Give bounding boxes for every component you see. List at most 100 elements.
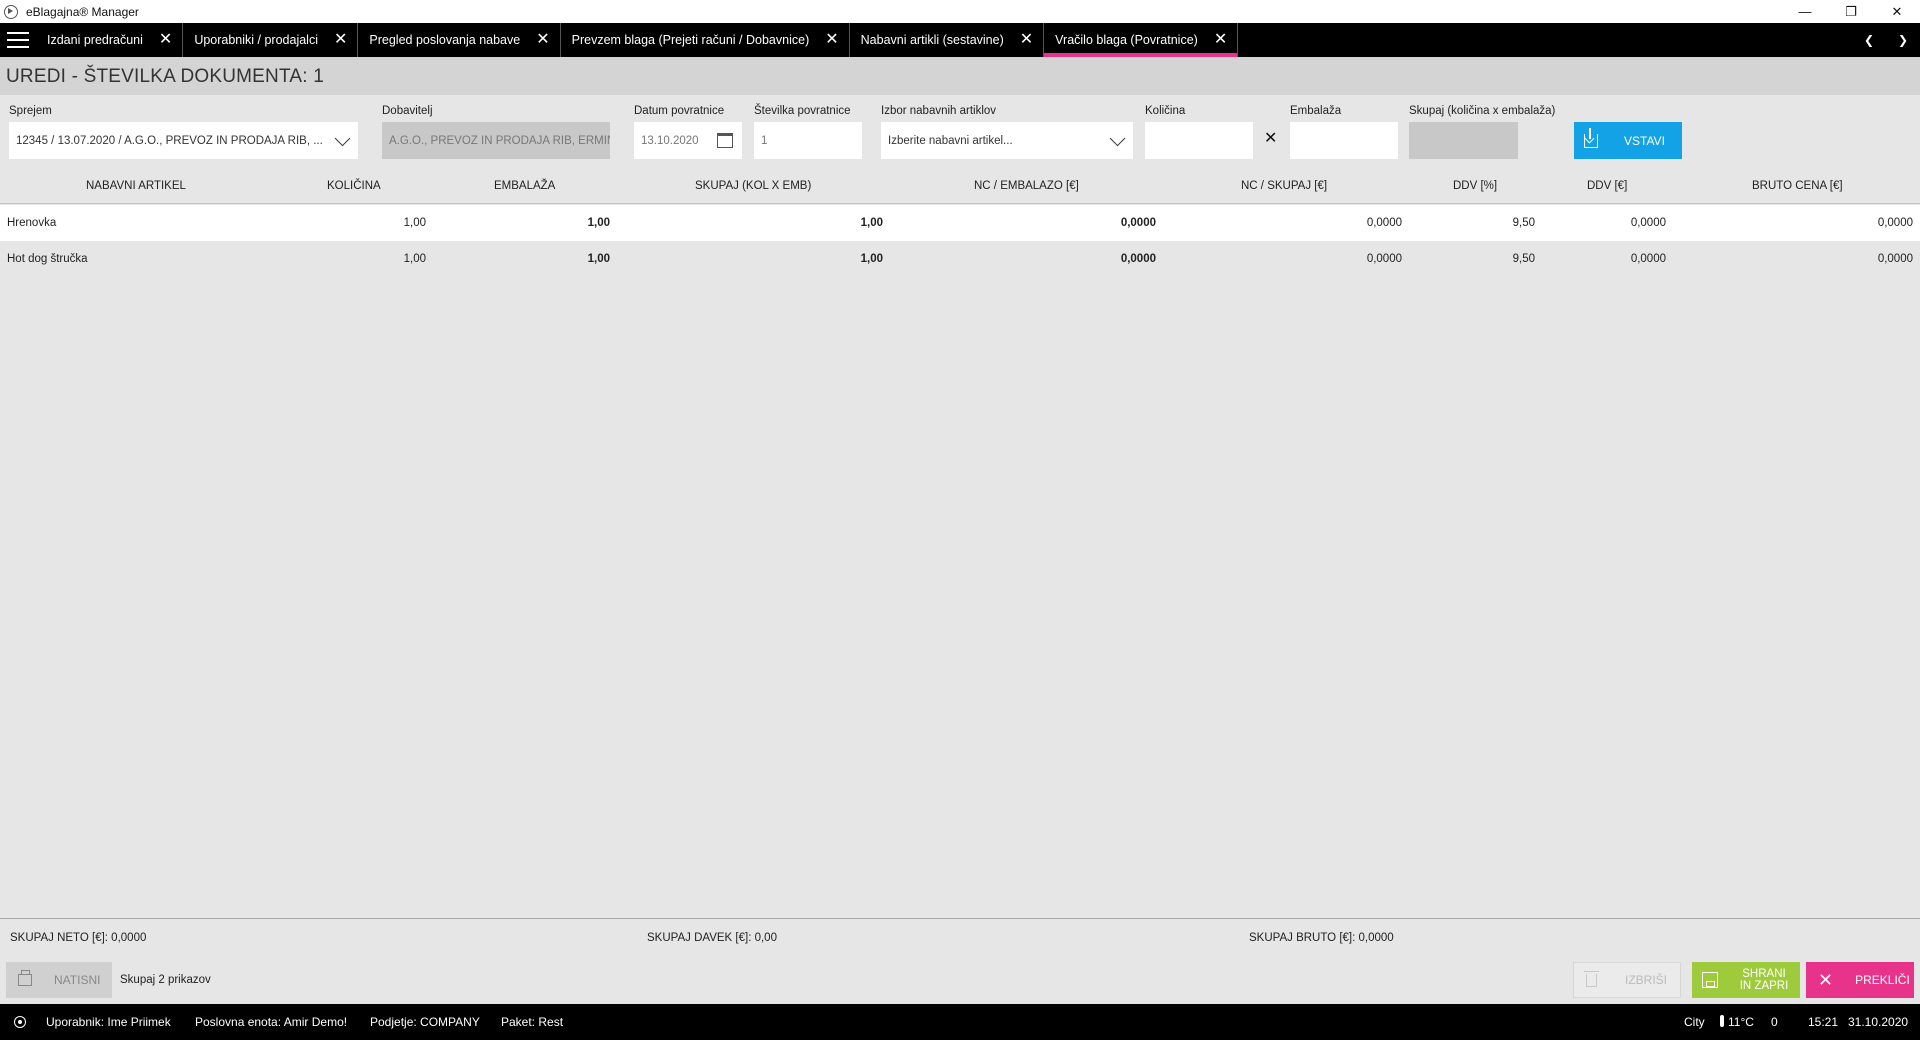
status-indicator-icon xyxy=(14,1016,26,1028)
cell-ddv-eur: 0,0000 xyxy=(1630,217,1666,229)
menu-icon[interactable] xyxy=(0,23,36,57)
column-header[interactable]: SKUPAJ (KOL X EMB) xyxy=(695,180,811,192)
close-tab-icon[interactable]: ✕ xyxy=(1214,32,1227,48)
column-header[interactable]: DDV [%] xyxy=(1453,180,1497,192)
chevron-left-icon[interactable]: ❮ xyxy=(1852,23,1886,57)
column-header[interactable]: DDV [€] xyxy=(1587,180,1627,192)
cell-ddv-pct: 9,50 xyxy=(1512,217,1535,229)
cancel-button[interactable]: ✕ PREKLIČI xyxy=(1806,962,1914,998)
status-city: City xyxy=(1684,1015,1705,1029)
tab-nabavni-artikli[interactable]: Nabavni artikli (sestavine) ✕ xyxy=(850,23,1045,57)
chevron-down-icon xyxy=(334,130,351,147)
total-neto: SKUPAJ NETO [€]: 0,0000 xyxy=(10,932,147,944)
status-bar: Uporabnik: Ime Priimek Poslovna enota: A… xyxy=(0,1004,1920,1040)
table-row[interactable]: Hot dog štručka 1,00 1,00 1,00 0,0000 0,… xyxy=(0,241,1920,277)
cell-ddv-pct: 9,50 xyxy=(1512,253,1535,265)
sprejem-value: 12345 / 13.07.2020 / A.G.O., PREVOZ IN P… xyxy=(16,134,323,147)
tab-label: Uporabniki / prodajalci xyxy=(194,33,318,47)
totals-bar: SKUPAJ NETO [€]: 0,0000 SKUPAJ DAVEK [€]… xyxy=(0,918,1920,958)
kolicina-input[interactable] xyxy=(1145,122,1253,159)
table-header: NABAVNI ARTIKEL KOLIČINA EMBALAŽA SKUPAJ… xyxy=(0,170,1920,204)
izbor-select[interactable]: Izberite nabavni artikel... xyxy=(881,122,1133,159)
tab-pregled-poslovanja[interactable]: Pregled poslovanja nabave ✕ xyxy=(358,23,561,57)
tab-label: Prevzem blaga (Prejeti računi / Dobavnic… xyxy=(571,33,810,47)
cell-bruto: 0,0000 xyxy=(1877,217,1913,229)
column-header[interactable]: NABAVNI ARTIKEL xyxy=(86,180,186,192)
sprejem-label: Sprejem xyxy=(9,105,52,117)
cell-embalaza: 1,00 xyxy=(587,253,610,265)
trash-icon xyxy=(1584,970,1599,987)
total-bruto: SKUPAJ BRUTO [€]: 0,0000 xyxy=(1249,932,1394,944)
stevilka-value: 1 xyxy=(761,134,768,147)
close-tab-icon[interactable]: ✕ xyxy=(1020,32,1033,48)
chevron-down-icon xyxy=(1109,130,1126,147)
temperature-value: 11°C xyxy=(1728,1015,1754,1029)
stevilka-field[interactable]: 1 xyxy=(754,122,862,159)
close-tab-icon[interactable]: ✕ xyxy=(334,32,347,48)
cancel-button-label: PREKLIČI xyxy=(1855,973,1910,987)
column-header[interactable]: BRUTO CENA [€] xyxy=(1752,180,1843,192)
save-and-close-button[interactable]: SHRANI IN ZAPRI xyxy=(1692,962,1800,998)
tab-uporabniki[interactable]: Uporabniki / prodajalci ✕ xyxy=(183,23,359,57)
status-company: Podjetje: COMPANY xyxy=(370,1015,480,1029)
thermometer-icon xyxy=(1720,1015,1724,1027)
skupaj-field xyxy=(1409,122,1518,159)
close-tab-icon[interactable]: ✕ xyxy=(536,32,549,48)
page-heading: UREDI - ŠTEVILKA DOKUMENTA: 1 xyxy=(0,57,1920,95)
cell-nc-embalazo: 0,0000 xyxy=(1120,253,1156,265)
tab-vracilo-blaga[interactable]: Vračilo blaga (Povratnice) ✕ xyxy=(1044,23,1239,57)
calendar-icon[interactable] xyxy=(717,133,733,148)
close-tab-icon[interactable]: ✕ xyxy=(825,32,838,48)
status-extra: 0 xyxy=(1771,1015,1778,1029)
printer-icon xyxy=(18,970,32,986)
table-row[interactable]: Hrenovka 1,00 1,00 1,00 0,0000 0,0000 9,… xyxy=(0,205,1920,241)
delete-button[interactable]: IZBRIŠI xyxy=(1573,962,1681,998)
tab-izdani-predracuni[interactable]: Izdani predračuni ✕ xyxy=(36,23,184,57)
cell-kolicina: 1,00 xyxy=(403,217,426,229)
minimize-button[interactable]: — xyxy=(1782,0,1828,23)
tab-prevzem-blaga[interactable]: Prevzem blaga (Prejeti računi / Dobavnic… xyxy=(561,23,850,57)
save-button-label: SHRANI IN ZAPRI xyxy=(1739,968,1789,992)
close-window-button[interactable]: ✕ xyxy=(1874,0,1920,23)
cell-nc-skupaj: 0,0000 xyxy=(1366,217,1402,229)
window-title: eBlagajna® Manager xyxy=(26,4,139,19)
column-header[interactable]: NC / SKUPAJ [€] xyxy=(1241,180,1327,192)
tab-label: Izdani predračuni xyxy=(47,33,143,47)
izbor-label: Izbor nabavnih artiklov xyxy=(881,105,997,117)
status-user: Uporabnik: Ime Priimek xyxy=(46,1015,171,1029)
page-title: UREDI - ŠTEVILKA DOKUMENTA: 1 xyxy=(6,66,324,87)
print-button[interactable]: NATISNI xyxy=(6,962,112,998)
column-header[interactable]: NC / EMBALAZO [€] xyxy=(974,180,1079,192)
cell-skupaj: 1,00 xyxy=(860,253,883,265)
status-time: 15:21 xyxy=(1808,1015,1839,1029)
datum-value: 13.10.2020 xyxy=(641,134,699,147)
cell-artikel: Hrenovka xyxy=(7,217,57,229)
cell-artikel: Hot dog štručka xyxy=(7,253,88,265)
restore-button[interactable]: ❐ xyxy=(1828,0,1874,23)
multiply-icon: ✕ xyxy=(1264,130,1278,147)
print-button-label: NATISNI xyxy=(54,973,101,987)
embalaza-label: Embalaža xyxy=(1290,105,1342,117)
datum-label: Datum povratnice xyxy=(634,105,725,117)
cell-bruto: 0,0000 xyxy=(1877,253,1913,265)
close-tab-icon[interactable]: ✕ xyxy=(159,32,172,48)
kolicina-label: Količina xyxy=(1145,105,1186,117)
record-count: Skupaj 2 prikazov xyxy=(120,974,211,986)
close-icon: ✕ xyxy=(1818,970,1834,990)
delete-button-label: IZBRIŠI xyxy=(1625,973,1668,987)
datum-field[interactable]: 13.10.2020 xyxy=(634,122,742,159)
tab-label: Nabavni artikli (sestavine) xyxy=(860,33,1004,47)
cell-skupaj: 1,00 xyxy=(860,217,883,229)
insert-button[interactable]: VSTAVI xyxy=(1574,122,1682,159)
cell-nc-embalazo: 0,0000 xyxy=(1120,217,1156,229)
sprejem-select[interactable]: 12345 / 13.07.2020 / A.G.O., PREVOZ IN P… xyxy=(9,122,358,159)
column-header[interactable]: EMBALAŽA xyxy=(494,180,555,192)
status-temperature: 11°C xyxy=(1720,1015,1754,1029)
embalaza-input[interactable] xyxy=(1290,122,1398,159)
column-header[interactable]: KOLIČINA xyxy=(327,180,381,192)
insert-button-label: VSTAVI xyxy=(1624,133,1665,148)
chevron-right-icon[interactable]: ❯ xyxy=(1886,23,1920,57)
title-bar: eBlagajna® Manager — ❐ ✕ xyxy=(0,0,1920,23)
dobavitelj-label: Dobavitelj xyxy=(382,105,433,117)
status-package: Paket: Rest xyxy=(501,1015,564,1029)
